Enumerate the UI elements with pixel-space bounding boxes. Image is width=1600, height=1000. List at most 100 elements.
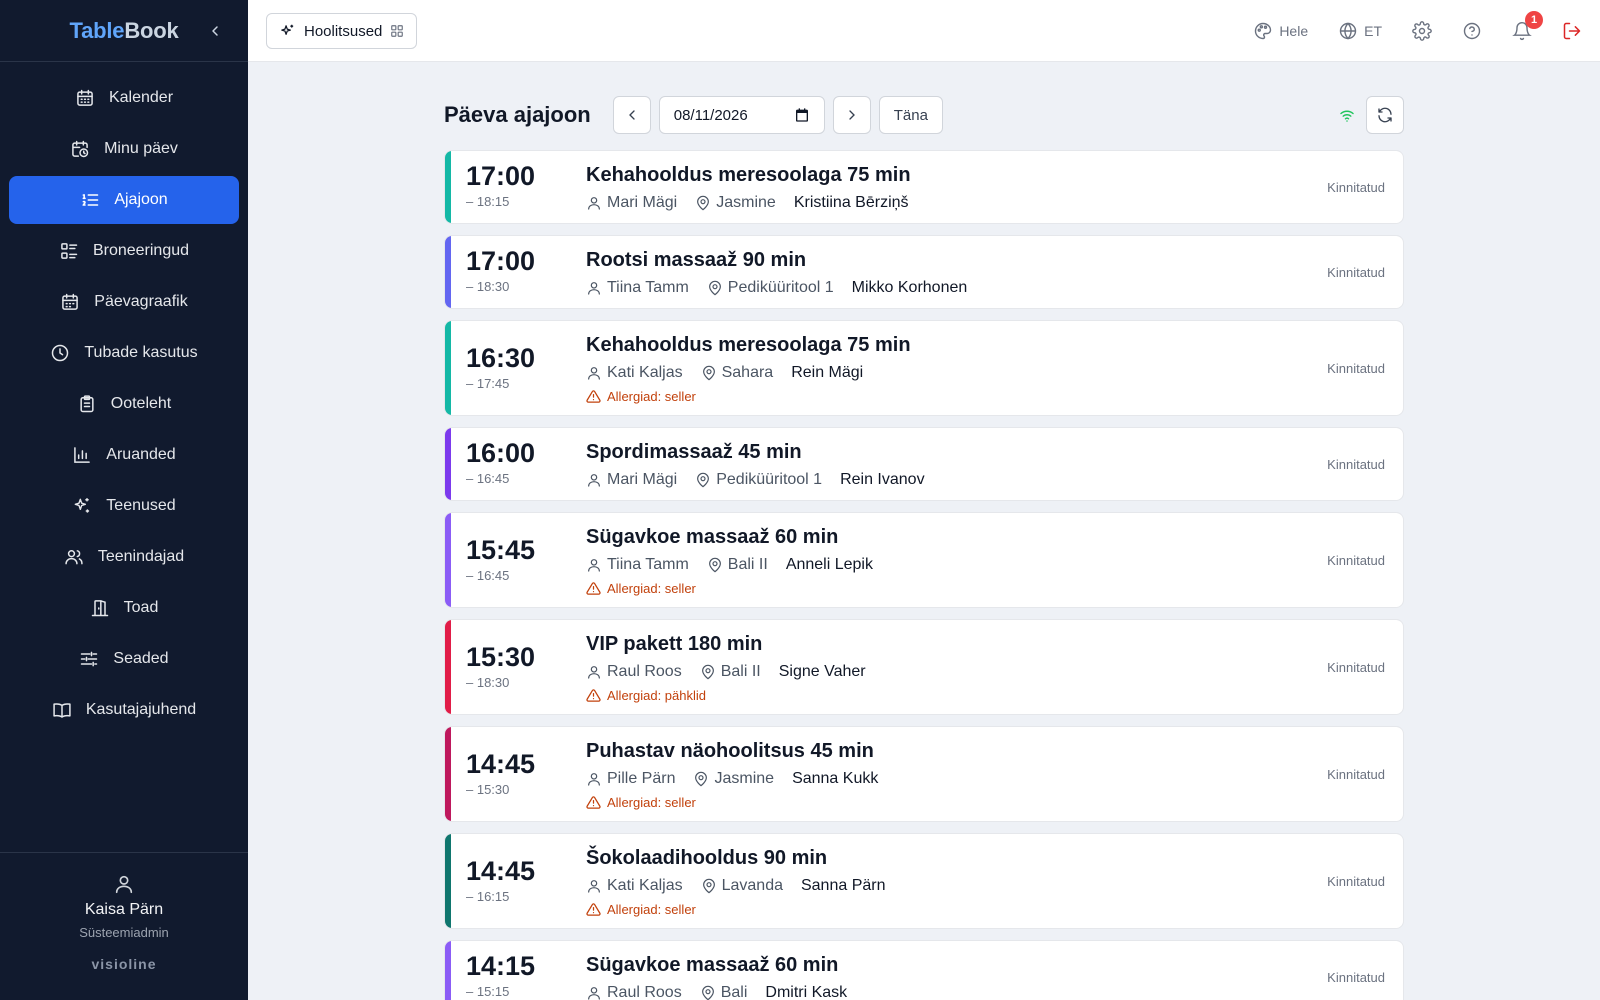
sidebar-item-aruanded[interactable]: Aruanded bbox=[9, 431, 239, 479]
client-name: Signe Vaher bbox=[778, 663, 866, 680]
room-info: Pediküüritool 1 bbox=[707, 279, 834, 297]
appointment-body: Šokolaadihooldus 90 min Kati Kaljas Lava… bbox=[586, 834, 1403, 917]
sidebar-item-teenused[interactable]: Teenused bbox=[9, 482, 239, 530]
appointment-time: 14:45 – 16:15 bbox=[466, 858, 535, 905]
map-pin-icon bbox=[695, 771, 708, 787]
user-avatar[interactable] bbox=[0, 873, 248, 895]
staff-info: Raul Roos bbox=[586, 984, 682, 1000]
staff-info: Pille Pärn bbox=[586, 770, 675, 788]
previous-day-button[interactable] bbox=[612, 96, 651, 134]
category-stripe bbox=[445, 321, 451, 415]
end-time: – 18:30 bbox=[466, 675, 510, 690]
end-time: – 18:15 bbox=[466, 194, 510, 209]
room-name: Bali II bbox=[720, 663, 761, 680]
language-label: ET bbox=[1364, 23, 1382, 39]
room-info: Jasmine bbox=[693, 770, 774, 788]
appointment-meta: Raul Roos Bali Dmitri Kask bbox=[586, 984, 1403, 1000]
toolbar-right bbox=[1338, 96, 1404, 134]
appointment-card[interactable]: 17:00 – 18:30 Rootsi massaaž 90 min Tiin… bbox=[444, 235, 1404, 309]
appointment-meta: Pille Pärn Jasmine Sanna Kukk bbox=[586, 770, 1403, 788]
sidebar-item-broneeringud[interactable]: Broneeringud bbox=[9, 227, 239, 275]
notifications-button[interactable]: 1 bbox=[1512, 11, 1543, 41]
room-info: Jasmine bbox=[695, 194, 776, 212]
client-name: Mikko Korhonen bbox=[851, 279, 968, 296]
theme-toggle[interactable]: Hele bbox=[1253, 21, 1308, 41]
sidebar-item-minu-paev[interactable]: Minu päev bbox=[9, 125, 239, 173]
list-layout-icon bbox=[61, 243, 78, 259]
status-label: Kinnitatud bbox=[1327, 970, 1385, 985]
allergy-text: Allergiad: pähklid bbox=[607, 688, 707, 703]
appointment-card[interactable]: 14:45 – 16:15 Šokolaadihooldus 90 min Ka… bbox=[444, 833, 1404, 929]
room-name: Pediküüritool 1 bbox=[727, 279, 834, 296]
category-stripe bbox=[445, 727, 451, 821]
sidebar-item-paevagraafik[interactable]: Päevagraafik bbox=[9, 278, 239, 326]
date-picker-input[interactable]: 08/11/2026 bbox=[658, 96, 825, 134]
warning-triangle-icon bbox=[586, 796, 601, 809]
end-time: – 16:45 bbox=[466, 471, 510, 486]
start-time: 14:45 bbox=[466, 749, 536, 779]
sidebar-item-seaded[interactable]: Seaded bbox=[9, 635, 239, 683]
end-time: – 15:30 bbox=[466, 782, 510, 797]
appointment-time: 14:15 – 15:15 bbox=[466, 953, 535, 1000]
service-name: Rootsi massaaž 90 min bbox=[586, 249, 807, 271]
calendar-icon[interactable] bbox=[794, 107, 810, 123]
appointment-time: 15:45 – 16:45 bbox=[466, 537, 535, 584]
appointment-time: 15:30 – 18:30 bbox=[466, 644, 535, 691]
appointment-body: Kehahooldus meresoolaga 75 min Mari Mägi… bbox=[586, 151, 1403, 212]
client-name: Dmitri Kask bbox=[765, 984, 848, 1000]
appointment-card[interactable]: 14:15 – 15:15 Sügavkoe massaaž 60 min Ra… bbox=[444, 940, 1404, 1000]
start-time: 16:30 bbox=[466, 343, 536, 373]
appointment-card[interactable]: 15:30 – 18:30 VIP pakett 180 min Raul Ro… bbox=[444, 619, 1404, 715]
sidebar-item-ajajoon[interactable]: Ajajoon bbox=[9, 176, 239, 224]
settings-button[interactable] bbox=[1412, 21, 1432, 41]
appointment-card[interactable]: 16:00 – 16:45 Spordimassaaž 45 min Mari … bbox=[444, 427, 1404, 501]
status-label: Kinnitatud bbox=[1327, 265, 1385, 280]
appointment-body: Puhastav näohoolitsus 45 min Pille Pärn … bbox=[586, 727, 1403, 810]
globe-icon bbox=[1339, 22, 1357, 40]
bar-chart-icon bbox=[74, 447, 91, 463]
chevron-left-icon bbox=[628, 110, 635, 120]
sidebar-item-label: Päevagraafik bbox=[94, 293, 188, 310]
appointment-card[interactable]: 17:00 – 18:15 Kehahooldus meresoolaga 75… bbox=[444, 150, 1404, 224]
user-icon bbox=[588, 474, 600, 487]
allergy-warning: Allergiad: pähklid bbox=[586, 688, 1403, 703]
sidebar-item-label: Teenindajad bbox=[97, 548, 185, 565]
appointment-meta: Raul Roos Bali II Signe Vaher bbox=[586, 663, 1403, 681]
language-switcher[interactable]: ET bbox=[1338, 21, 1382, 41]
module-switcher-button[interactable]: Hoolitsused bbox=[266, 13, 418, 49]
staff-name: Mari Mägi bbox=[607, 194, 678, 211]
next-day-button[interactable] bbox=[832, 96, 871, 134]
status-label: Kinnitatud bbox=[1327, 457, 1385, 472]
sidebar-item-tubade-kasutus[interactable]: Tubade kasutus bbox=[9, 329, 239, 377]
sidebar-item-kalender[interactable]: Kalender bbox=[9, 74, 239, 122]
sidebar-item-label: Tubade kasutus bbox=[84, 344, 198, 361]
calendar-icon bbox=[77, 89, 93, 106]
user-panel: Kaisa Pärn Süsteemiadmin visioline bbox=[0, 852, 248, 1000]
staff-info: Kati Kaljas bbox=[586, 364, 683, 382]
sidebar-item-toad[interactable]: Toad bbox=[9, 584, 239, 632]
staff-name: Tiina Tamm bbox=[607, 556, 689, 573]
sidebar-item-teenindajad[interactable]: Teenindajad bbox=[9, 533, 239, 581]
appointment-card[interactable]: 14:45 – 15:30 Puhastav näohoolitsus 45 m… bbox=[444, 726, 1404, 822]
sidebar-item-ooteleht[interactable]: Ooteleht bbox=[9, 380, 239, 428]
topbar: Hoolitsused Hele ET 1 bbox=[248, 0, 1600, 62]
category-stripe bbox=[445, 428, 451, 500]
staff-info: Raul Roos bbox=[586, 663, 682, 681]
logout-button[interactable] bbox=[1562, 21, 1582, 41]
today-button[interactable]: Täna bbox=[878, 96, 943, 134]
appointment-card[interactable]: 15:45 – 16:45 Sügavkoe massaaž 60 min Ti… bbox=[444, 512, 1404, 608]
end-time: – 16:45 bbox=[466, 568, 510, 583]
refresh-icon bbox=[1378, 107, 1392, 123]
refresh-button[interactable] bbox=[1366, 96, 1404, 134]
sidebar-item-kasutajajuhend[interactable]: Kasutajajuhend bbox=[9, 686, 239, 734]
appointment-card[interactable]: 16:30 – 17:45 Kehahooldus meresoolaga 75… bbox=[444, 320, 1404, 416]
app-logo[interactable]: TableBook bbox=[69, 18, 178, 44]
allergy-text: Allergiad: seller bbox=[607, 795, 696, 810]
logout-icon bbox=[1563, 22, 1581, 40]
collapse-sidebar-button[interactable] bbox=[204, 20, 226, 42]
start-time: 17:00 bbox=[466, 246, 536, 276]
user-role: Süsteemiadmin bbox=[79, 925, 169, 940]
help-button[interactable] bbox=[1462, 21, 1482, 41]
map-pin-icon bbox=[702, 878, 715, 894]
wifi-icon bbox=[1338, 106, 1356, 124]
